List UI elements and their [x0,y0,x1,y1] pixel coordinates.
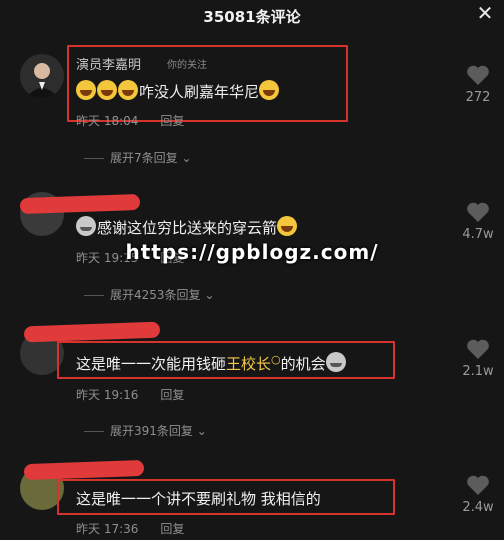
cat-emoji-icon [76,216,96,236]
search-keyword-link[interactable]: 王校长 [226,355,271,373]
like-button[interactable]: 272 [460,64,496,105]
comment-text-after: 的机会 [280,355,326,373]
expand-replies-label: 展开391条回复 [110,424,193,438]
comment-text-body: 感谢这位穷比送来的穿云箭 [97,219,278,237]
comment-meta: 昨天 19:16 回复 [76,386,184,403]
reply-button[interactable]: 回复 [160,114,184,128]
comment-text: 这是唯一一个讲不要刷礼物 我相信的 [76,490,321,508]
comment-time: 昨天 19:16 [76,388,139,402]
expand-replies-label: 展开7条回复 [110,151,178,165]
redacted-username [23,321,161,343]
comment-text-before: 这是唯一一次能用钱砸 [76,355,227,373]
like-count: 272 [465,90,491,105]
laughing-emoji-icon [118,80,138,100]
comment-count-title: 35081条评论 [203,8,301,26]
like-count: 2.4w [462,500,494,515]
like-button[interactable]: 4.7w [460,201,496,242]
comment-meta: 昨天 17:36 回复 [76,520,184,537]
expand-replies-button[interactable]: 展开4253条回复 ⌄ [84,286,214,303]
comment-text-body: 咋没人刷嘉年华尼 [139,83,260,101]
expand-replies-button[interactable]: 展开7条回复 ⌄ [84,149,192,166]
laughing-emoji-icon [259,80,280,100]
comment-time: 昨天 18:04 [76,114,139,128]
reply-button[interactable]: 回复 [160,522,184,536]
comment-time: 昨天 17:36 [76,522,139,536]
laughing-emoji-icon [97,80,117,100]
close-icon[interactable]: ✕ [474,2,496,24]
redacted-username [23,459,145,481]
comment-text: 咋没人刷嘉年华尼 [76,80,280,102]
expand-replies-label: 展开4253条回复 [110,288,201,302]
expand-replies-button[interactable]: 展开391条回复 ⌄ [84,422,207,439]
chevron-down-icon: ⌄ [200,288,215,302]
divider [84,158,104,159]
divider [84,431,104,432]
chevron-down-icon: ⌄ [177,151,192,165]
comment-text: 这是唯一一次能用钱砸王校长○的机会 [76,352,347,374]
divider [84,295,104,296]
heart-icon [467,475,489,495]
following-badge: 你的关注 [167,60,207,71]
laughing-emoji-icon [277,216,298,236]
reply-button[interactable]: 回复 [160,388,184,402]
heart-icon [467,339,489,359]
heart-icon [467,65,489,85]
like-button[interactable]: 2.4w [460,474,496,515]
like-count: 2.1w [462,364,494,379]
redacted-username [19,193,141,215]
heart-icon [467,202,489,222]
avatar[interactable] [20,54,64,98]
comment-meta: 昨天 18:04 回复 [76,112,184,129]
like-button[interactable]: 2.1w [460,338,496,379]
chevron-down-icon: ⌄ [192,424,207,438]
watermark-url: https://gpblogz.com/ [125,240,379,264]
search-icon: ○ [271,353,281,366]
cat-emoji-icon [325,352,346,372]
laughing-emoji-icon [76,80,96,100]
comment-username[interactable]: 演员李嘉明 [76,54,141,73]
comment-text: 感谢这位穷比送来的穿云箭 [76,216,298,238]
